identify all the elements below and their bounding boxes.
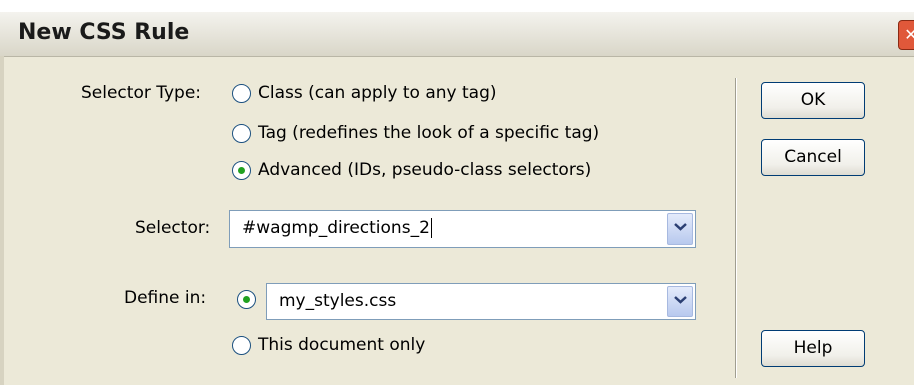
radio-advanced-label[interactable]: Advanced (IDs, pseudo-class selectors) bbox=[258, 160, 591, 180]
dialog-border bbox=[0, 56, 4, 385]
cancel-button[interactable]: Cancel bbox=[761, 139, 865, 176]
selector-combobox[interactable]: #wagmp_directions_2 bbox=[229, 210, 696, 248]
radio-tag[interactable] bbox=[232, 124, 251, 143]
define-in-value: my_styles.css bbox=[279, 291, 397, 311]
selector-label: Selector: bbox=[135, 218, 211, 238]
radio-define-file[interactable] bbox=[237, 290, 256, 309]
radio-class-label[interactable]: Class (can apply to any tag) bbox=[258, 83, 497, 103]
define-in-dropdown-button[interactable] bbox=[667, 286, 693, 317]
define-in-combobox[interactable]: my_styles.css bbox=[266, 283, 696, 320]
close-button[interactable]: ✕ bbox=[898, 20, 914, 50]
radio-tag-label[interactable]: Tag (redefines the look of a specific ta… bbox=[258, 123, 599, 143]
text-cursor bbox=[430, 218, 432, 238]
button-separator bbox=[735, 78, 737, 378]
selector-input[interactable]: #wagmp_directions_2 bbox=[242, 218, 432, 238]
selector-dropdown-button[interactable] bbox=[667, 213, 693, 245]
chevron-down-icon bbox=[674, 296, 687, 304]
help-button[interactable]: Help bbox=[761, 330, 865, 367]
radio-document-only[interactable] bbox=[232, 336, 251, 355]
background-strip bbox=[0, 0, 914, 12]
dialog-title: New CSS Rule bbox=[18, 20, 190, 45]
title-bar: New CSS Rule ✕ bbox=[0, 12, 914, 57]
define-in-label: Define in: bbox=[124, 288, 207, 308]
radio-advanced[interactable] bbox=[232, 161, 251, 180]
selector-type-label: Selector Type: bbox=[81, 83, 202, 103]
chevron-down-icon bbox=[674, 223, 687, 231]
radio-class[interactable] bbox=[232, 84, 251, 103]
radio-document-only-label[interactable]: This document only bbox=[258, 335, 425, 355]
ok-button[interactable]: OK bbox=[761, 82, 865, 119]
